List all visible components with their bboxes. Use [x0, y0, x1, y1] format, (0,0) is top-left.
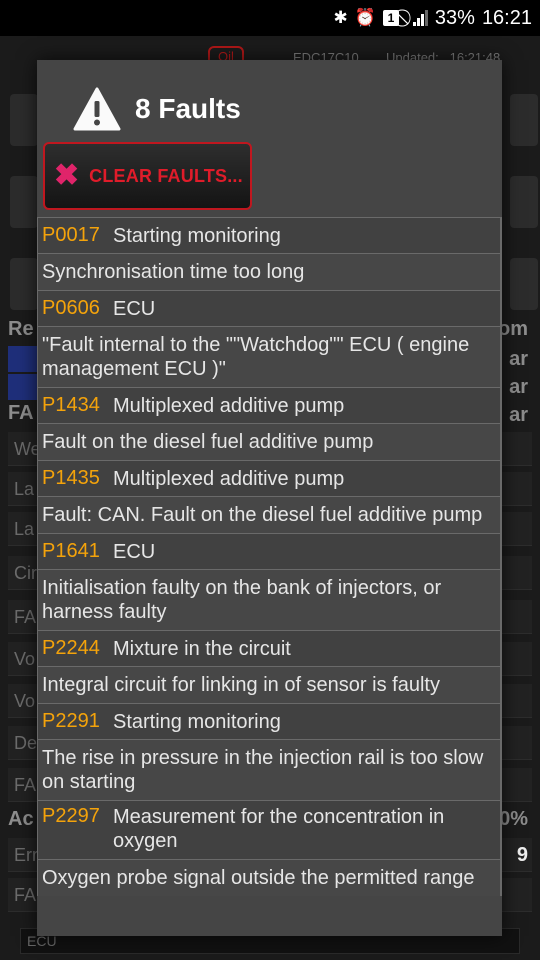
fault-description: "Fault internal to the ""Watchdog"" ECU …	[37, 327, 502, 387]
fault-row[interactable]: P1434 Multiplexed additive pump	[37, 387, 502, 424]
fault-description: Fault: CAN. Fault on the diesel fuel add…	[37, 497, 502, 533]
dialog-title: 8 Faults	[135, 93, 241, 124]
warning-icon	[73, 86, 121, 132]
fault-description: Initialisation faulty on the bank of inj…	[37, 570, 502, 630]
fault-title: ECU	[113, 297, 156, 320]
notification-badge-icon: 1	[382, 10, 399, 26]
bg-label: Re	[8, 318, 34, 340]
dialog-header: 8 Faults	[73, 84, 241, 134]
fault-title: Measurement for the concentration in oxy…	[113, 806, 445, 852]
bg-highlight	[8, 346, 38, 372]
fault-code: P0606	[42, 297, 100, 319]
faults-dialog: 8 Faults ✖ CLEAR FAULTS... P0017 Startin…	[37, 60, 502, 936]
bg-value: 9	[516, 844, 528, 866]
signal-icon	[412, 10, 428, 26]
fault-code: P2244	[42, 637, 100, 659]
gauge-tile	[10, 94, 38, 146]
fault-row[interactable]: P2244 Mixture in the circuit	[37, 630, 502, 667]
bg-label: Ac	[8, 808, 34, 830]
fault-description: Fault on the diesel fuel additive pump	[37, 424, 502, 460]
fault-code: P1641	[42, 540, 100, 562]
fault-code: P1435	[42, 467, 100, 489]
bg-value: ar	[509, 348, 528, 370]
fault-code: P2297	[42, 805, 100, 827]
close-icon: ✖	[54, 159, 80, 192]
fault-title: ECU	[113, 540, 156, 563]
fault-list[interactable]: P0017 Starting monitoring Synchronisatio…	[37, 217, 502, 896]
fault-row[interactable]: P0017 Starting monitoring	[37, 217, 502, 254]
fault-title: Starting monitoring	[113, 710, 281, 733]
fault-row[interactable]: P1435 Multiplexed additive pump	[37, 460, 502, 497]
fault-title: Multiplexed additive pump	[113, 467, 345, 490]
gauge-tile	[510, 258, 538, 310]
fault-row[interactable]: P2291 Starting monitoring	[37, 703, 502, 740]
fault-title: Mixture in the circuit	[113, 637, 291, 660]
gauge-tile	[510, 94, 538, 146]
fault-description: Synchronisation time too long	[37, 254, 502, 290]
bg-label: FA	[8, 402, 34, 424]
fault-row[interactable]: P1641 ECU	[37, 533, 502, 570]
bg-value: 0%	[499, 808, 528, 830]
clear-faults-label: CLEAR FAULTS...	[89, 165, 243, 186]
battery-percent: 33%	[434, 6, 475, 29]
fault-code: P0017	[42, 224, 100, 246]
fault-description: Oxygen probe signal outside the permitte…	[37, 860, 502, 896]
fault-row[interactable]: P2297 Measurement for the concentration …	[37, 800, 502, 860]
bg-value: ar	[509, 376, 528, 398]
bg-value: om	[498, 318, 528, 340]
fault-description: The rise in pressure in the injection ra…	[37, 740, 502, 800]
fault-title: Starting monitoring	[113, 224, 281, 247]
fault-row[interactable]: P0606 ECU	[37, 290, 502, 327]
gauge-tile	[510, 176, 538, 228]
bg-highlight	[8, 374, 38, 400]
fault-title: Multiplexed additive pump	[113, 394, 345, 417]
status-bar: ✱ ⏰ 1 ⃠ 33% 16:21	[0, 0, 540, 36]
fault-description: Integral circuit for linking in of senso…	[37, 667, 502, 703]
bluetooth-icon: ✱	[333, 8, 348, 27]
alarm-icon: ⏰	[354, 8, 376, 27]
clear-faults-button[interactable]: ✖ CLEAR FAULTS...	[43, 142, 252, 210]
bg-value: ar	[509, 404, 528, 426]
fault-code: P1434	[42, 394, 100, 416]
gauge-tile	[10, 176, 38, 228]
fault-code: P2291	[42, 710, 100, 732]
clock: 16:21	[481, 6, 532, 29]
gauge-tile	[10, 258, 38, 310]
